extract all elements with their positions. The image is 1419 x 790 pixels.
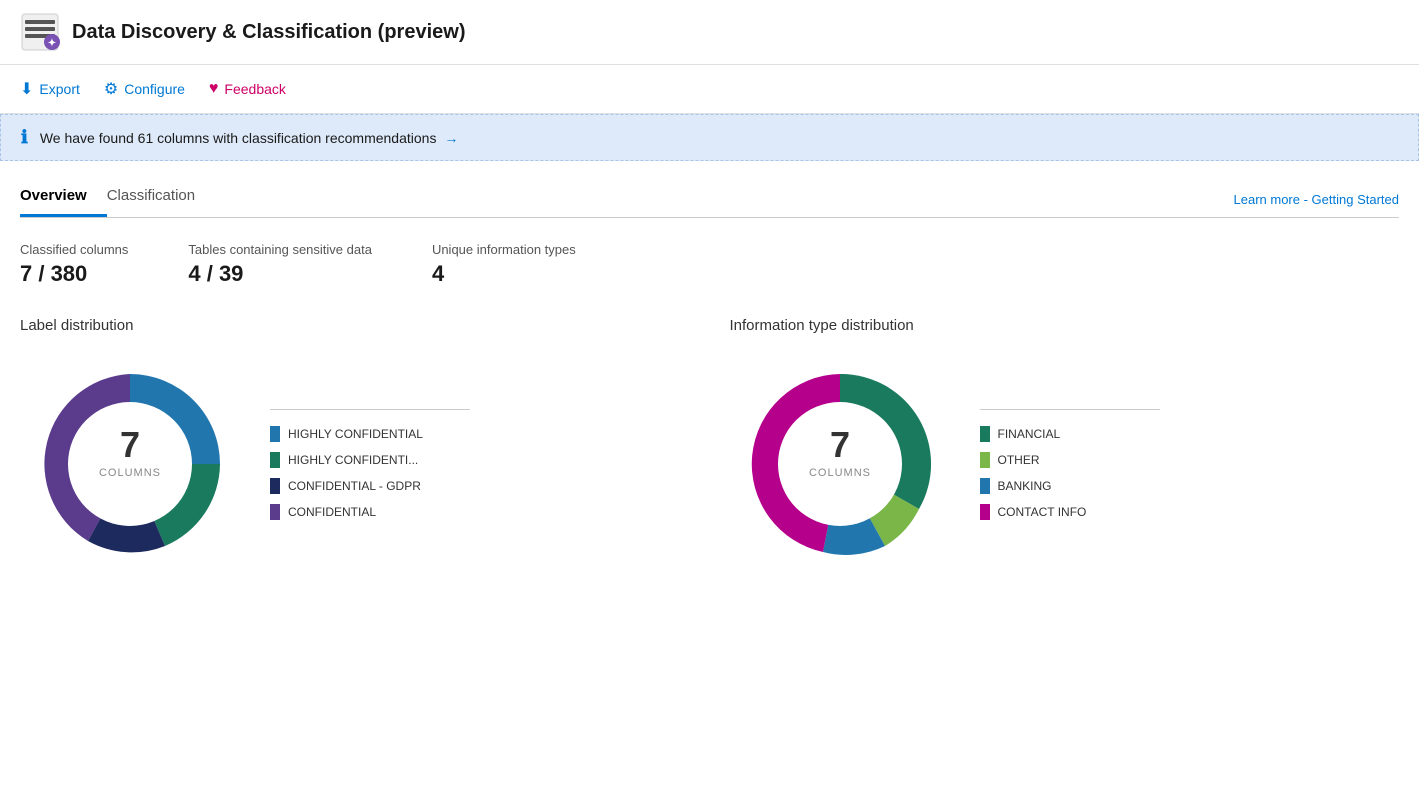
- toolbar: ⬇ Export ⚙ Configure ♥ Feedback: [0, 65, 1419, 114]
- svg-text:7: 7: [829, 424, 849, 465]
- label-legend: HIGHLY CONFIDENTIAL HIGHLY CONFIDENTI...…: [270, 409, 470, 520]
- tab-classification[interactable]: Classification: [107, 177, 215, 217]
- label-donut-svg: 7 COLUMNS: [20, 354, 240, 574]
- label-donut-wrap: 7 COLUMNS HIGHLY CONFIDENTIAL HIGHLY CON…: [20, 354, 690, 574]
- legend-item-confidential: CONFIDENTIAL: [270, 504, 470, 520]
- svg-text:COLUMNS: COLUMNS: [99, 467, 161, 479]
- legend-color-confidential-gdpr: [270, 478, 280, 494]
- stat-unique-types: Unique information types 4: [432, 242, 576, 287]
- stat-unique-types-label: Unique information types: [432, 242, 576, 257]
- legend-color-highly-confidential2: [270, 452, 280, 468]
- info-type-distribution-title: Information type distribution: [730, 317, 1400, 334]
- legend-item-highly-confidential: HIGHLY CONFIDENTIAL: [270, 426, 470, 442]
- legend-color-other: [980, 452, 990, 468]
- legend-item-contact-info: CONTACT INFO: [980, 504, 1160, 520]
- info-icon: ℹ: [21, 127, 28, 148]
- charts-section: Label distribution: [20, 317, 1399, 574]
- export-button[interactable]: ⬇ Export: [20, 75, 80, 103]
- label-donut: 7 COLUMNS: [20, 354, 240, 574]
- header: ✦ Data Discovery & Classification (previ…: [0, 0, 1419, 65]
- legend-color-contact-info: [980, 504, 990, 520]
- stat-classified-columns-label: Classified columns: [20, 242, 128, 257]
- learn-more-link[interactable]: Learn more - Getting Started: [1234, 192, 1399, 207]
- tab-overview[interactable]: Overview: [20, 177, 107, 217]
- legend-item-confidential-gdpr: CONFIDENTIAL - GDPR: [270, 478, 470, 494]
- legend-color-banking: [980, 478, 990, 494]
- tabs-bar: Overview Classification Learn more - Get…: [20, 177, 1399, 218]
- banner-text: We have found 61 columns with classifica…: [40, 130, 459, 146]
- stat-tables-sensitive-value: 4 / 39: [188, 261, 372, 287]
- legend-item-highly-confidential2: HIGHLY CONFIDENTI...: [270, 452, 470, 468]
- main-content: Overview Classification Learn more - Get…: [0, 177, 1419, 574]
- svg-text:✦: ✦: [48, 38, 56, 49]
- gear-icon: ⚙: [104, 79, 118, 99]
- stat-classified-columns: Classified columns 7 / 380: [20, 242, 128, 287]
- legend-label-financial: FINANCIAL: [998, 427, 1061, 441]
- banner-arrow[interactable]: →: [444, 130, 458, 146]
- stat-unique-types-value: 4: [432, 261, 576, 287]
- legend-label-banking: BANKING: [998, 479, 1052, 493]
- info-type-distribution-chart: Information type distribution: [730, 317, 1400, 574]
- legend-color-financial: [980, 426, 990, 442]
- heart-icon: ♥: [209, 80, 219, 98]
- label-distribution-chart: Label distribution: [20, 317, 690, 574]
- info-donut-svg: 7 COLUMNS: [730, 354, 950, 574]
- stat-tables-sensitive-label: Tables containing sensitive data: [188, 242, 372, 257]
- legend-item-banking: BANKING: [980, 478, 1160, 494]
- page-title: Data Discovery & Classification (preview…: [72, 21, 465, 44]
- legend-item-other: OTHER: [980, 452, 1160, 468]
- svg-text:COLUMNS: COLUMNS: [808, 467, 870, 479]
- info-donut: 7 COLUMNS: [730, 354, 950, 574]
- label-distribution-title: Label distribution: [20, 317, 690, 334]
- legend-item-financial: FINANCIAL: [980, 426, 1160, 442]
- legend-label-confidential: CONFIDENTIAL: [288, 505, 376, 519]
- legend-label-other: OTHER: [998, 453, 1040, 467]
- legend-label-highly-confidential2: HIGHLY CONFIDENTI...: [288, 453, 418, 467]
- export-icon: ⬇: [20, 79, 33, 99]
- svg-text:7: 7: [120, 424, 140, 465]
- legend-color-confidential: [270, 504, 280, 520]
- stats-row: Classified columns 7 / 380 Tables contai…: [20, 242, 1399, 287]
- legend-label-contact-info: CONTACT INFO: [998, 505, 1087, 519]
- configure-button[interactable]: ⚙ Configure: [104, 75, 185, 103]
- stat-tables-sensitive: Tables containing sensitive data 4 / 39: [188, 242, 372, 287]
- info-legend: FINANCIAL OTHER BANKING CONTACT INFO: [980, 409, 1160, 520]
- legend-label-confidential-gdpr: CONFIDENTIAL - GDPR: [288, 479, 421, 493]
- app-icon: ✦: [20, 12, 60, 52]
- legend-color-highly-confidential: [270, 426, 280, 442]
- info-donut-wrap: 7 COLUMNS FINANCIAL OTHER: [730, 354, 1400, 574]
- feedback-button[interactable]: ♥ Feedback: [209, 76, 286, 102]
- info-banner: ℹ We have found 61 columns with classifi…: [0, 114, 1419, 161]
- stat-classified-columns-value: 7 / 380: [20, 261, 128, 287]
- legend-label-highly-confidential: HIGHLY CONFIDENTIAL: [288, 427, 423, 441]
